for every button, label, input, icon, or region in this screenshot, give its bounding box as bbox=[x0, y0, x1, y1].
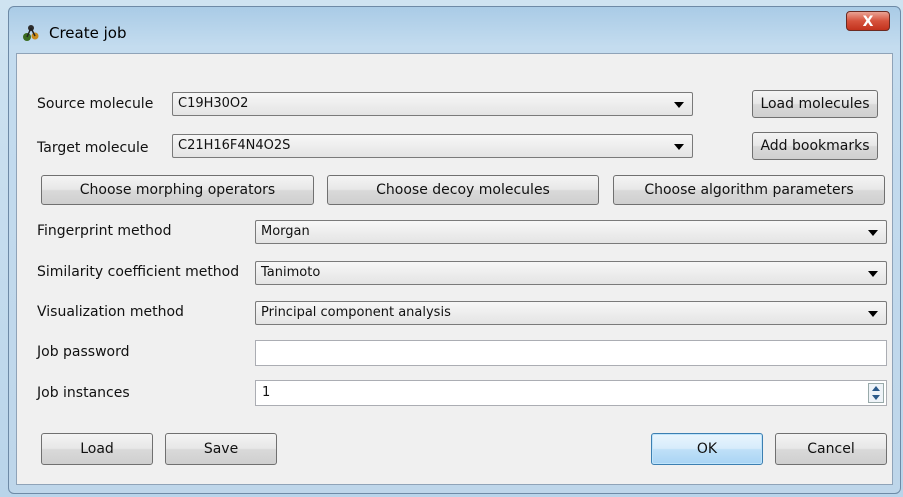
spin-down-icon[interactable] bbox=[872, 395, 880, 400]
fingerprint-method-value: Morgan bbox=[261, 224, 310, 239]
add-bookmarks-button[interactable]: Add bookmarks bbox=[752, 132, 878, 160]
chevron-down-icon bbox=[868, 311, 878, 317]
load-button[interactable]: Load bbox=[41, 433, 153, 465]
ok-button[interactable]: OK bbox=[651, 433, 763, 465]
visualization-method-label: Visualization method bbox=[37, 304, 184, 320]
chevron-down-icon bbox=[674, 102, 684, 108]
source-molecule-value: C19H30O2 bbox=[178, 96, 249, 111]
job-password-label: Job password bbox=[37, 344, 130, 360]
similarity-method-label: Similarity coefficient method bbox=[37, 264, 240, 280]
create-job-dialog: Create job X Source molecule C19H30O2 Lo… bbox=[8, 6, 901, 494]
visualization-method-value: Principal component analysis bbox=[261, 305, 451, 320]
target-molecule-label: Target molecule bbox=[37, 140, 149, 156]
visualization-method-select[interactable]: Principal component analysis bbox=[255, 301, 887, 325]
chevron-down-icon bbox=[868, 230, 878, 236]
molecule-app-icon bbox=[23, 25, 39, 41]
title-bar[interactable]: Create job X bbox=[9, 7, 900, 53]
fingerprint-method-select[interactable]: Morgan bbox=[255, 220, 887, 244]
dialog-body: Source molecule C19H30O2 Load molecules … bbox=[16, 53, 893, 485]
job-password-field[interactable] bbox=[255, 340, 887, 366]
choose-morphing-operators-button[interactable]: Choose morphing operators bbox=[41, 175, 314, 205]
similarity-method-select[interactable]: Tanimoto bbox=[255, 261, 887, 285]
target-molecule-value: C21H16F4N4O2S bbox=[178, 138, 291, 153]
fingerprint-method-label: Fingerprint method bbox=[37, 223, 172, 239]
spin-arrows-icon[interactable] bbox=[868, 383, 884, 403]
choose-decoy-molecules-button[interactable]: Choose decoy molecules bbox=[327, 175, 599, 205]
save-button[interactable]: Save bbox=[165, 433, 277, 465]
spin-up-icon[interactable] bbox=[872, 386, 880, 391]
source-molecule-label: Source molecule bbox=[37, 96, 154, 112]
choose-algorithm-parameters-button[interactable]: Choose algorithm parameters bbox=[613, 175, 885, 205]
similarity-method-value: Tanimoto bbox=[261, 265, 321, 280]
job-instances-value: 1 bbox=[262, 385, 271, 400]
chevron-down-icon bbox=[868, 271, 878, 277]
close-button[interactable]: X bbox=[846, 11, 890, 31]
chevron-down-icon bbox=[674, 144, 684, 150]
cancel-button[interactable]: Cancel bbox=[775, 433, 887, 465]
job-instances-label: Job instances bbox=[37, 385, 130, 401]
target-molecule-select[interactable]: C21H16F4N4O2S bbox=[172, 134, 693, 158]
load-molecules-button[interactable]: Load molecules bbox=[752, 90, 878, 118]
source-molecule-select[interactable]: C19H30O2 bbox=[172, 92, 693, 116]
job-instances-spinbox[interactable]: 1 bbox=[255, 380, 887, 406]
window-title: Create job bbox=[49, 24, 127, 42]
